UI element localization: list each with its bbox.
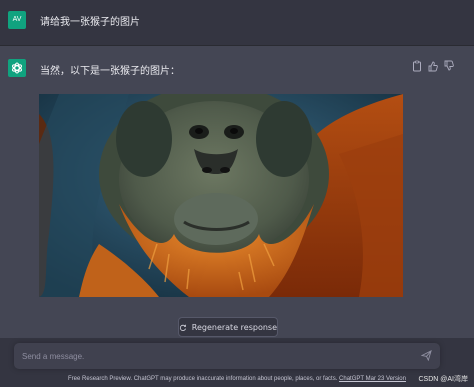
footer-disclaimer: Free Research Preview. ChatGPT may produ… xyxy=(0,376,474,382)
user-avatar: AV xyxy=(8,11,26,29)
regenerate-response-button[interactable]: Regenerate response xyxy=(178,317,278,337)
chatgpt-logo-icon xyxy=(8,59,26,77)
message-input[interactable] xyxy=(14,343,414,369)
user-message-row: AV 请给我一张猴子的图片 xyxy=(0,0,474,46)
message-actions xyxy=(412,60,454,72)
assistant-message-text: 当然，以下是一张猴子的图片： xyxy=(40,66,180,77)
assistant-message-row: 当然，以下是一张猴子的图片： xyxy=(0,46,474,338)
watermark: CSDN @AI湾岸 xyxy=(418,376,469,383)
thumbs-up-icon[interactable] xyxy=(428,60,438,72)
version-link[interactable]: ChatGPT Mar 23 Version xyxy=(339,376,406,382)
orangutan-photo xyxy=(39,94,403,297)
user-message-text: 请给我一张猴子的图片 xyxy=(40,17,140,28)
send-icon[interactable] xyxy=(421,350,432,361)
footer-text: Free Research Preview. ChatGPT may produ… xyxy=(68,376,340,382)
message-input-container xyxy=(14,343,440,369)
regenerate-label: Regenerate response xyxy=(191,322,277,332)
regenerate-icon xyxy=(179,324,186,331)
thumbs-down-icon[interactable] xyxy=(444,60,454,72)
copy-icon[interactable] xyxy=(412,60,422,72)
